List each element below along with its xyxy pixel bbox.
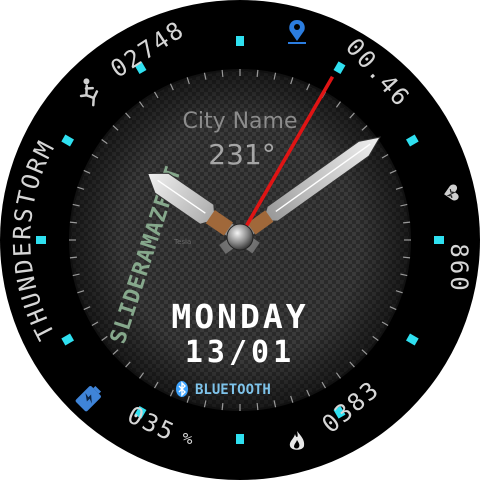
bluetooth-icon bbox=[176, 381, 188, 397]
minute-tick bbox=[221, 69, 224, 77]
minute-tick bbox=[403, 256, 411, 259]
battery-unit: % bbox=[183, 429, 194, 448]
hour-marker bbox=[236, 36, 244, 46]
hour-marker bbox=[236, 434, 244, 444]
watch-face: 02748 00.46 860 0383 035 % THUNDERSTORM … bbox=[0, 0, 480, 480]
temperature: 231° bbox=[208, 138, 275, 171]
minute-tick bbox=[256, 69, 259, 77]
heart-rate-value: 860 bbox=[445, 243, 473, 292]
minute-tick bbox=[221, 403, 224, 411]
weekday: MONDAY bbox=[171, 297, 308, 336]
city-name: City Name bbox=[182, 109, 297, 134]
hour-marker bbox=[36, 236, 46, 244]
minute-tick bbox=[69, 256, 77, 259]
minute-tick bbox=[403, 221, 411, 224]
minute-tick bbox=[256, 403, 259, 411]
brand-badge: Tesla bbox=[173, 238, 191, 246]
center-cap bbox=[226, 223, 254, 251]
hour-marker bbox=[434, 236, 444, 244]
date: 13/01 bbox=[185, 335, 295, 370]
minute-tick bbox=[69, 221, 77, 224]
bluetooth-label: BLUETOOTH bbox=[195, 382, 271, 398]
